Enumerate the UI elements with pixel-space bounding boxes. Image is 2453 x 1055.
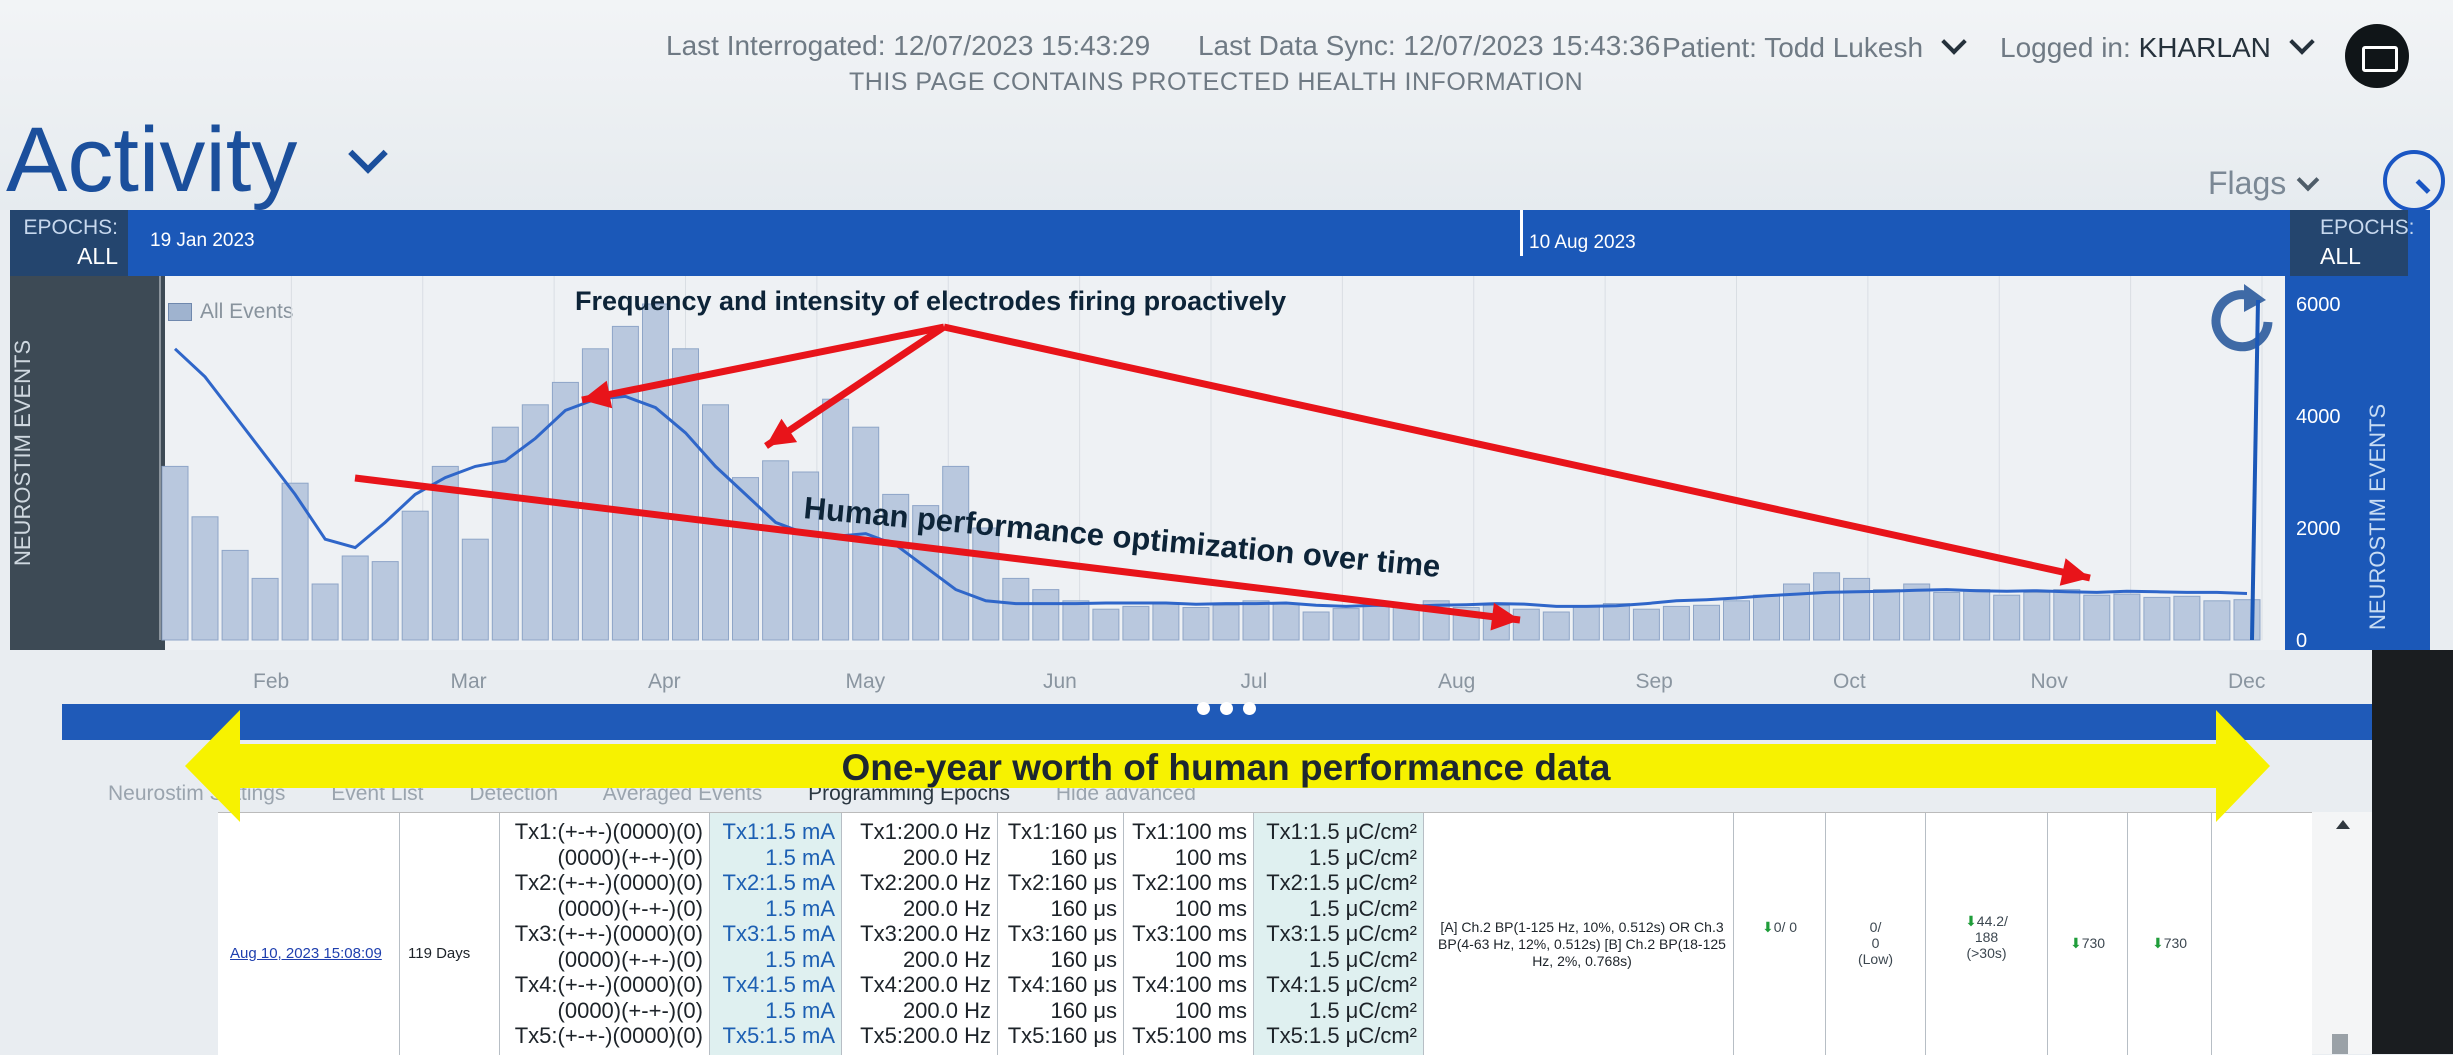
chart-bar [2083,594,2111,641]
chart-bar [1662,605,1690,641]
banner-caption: One-year worth of human performance data [842,747,1611,788]
chart-bar [1993,594,2021,641]
chart-bar [1152,603,1180,641]
chart-bar [2143,596,2171,641]
chart-bar [611,325,639,641]
chart-bar [642,303,669,641]
y-tick-label: 0 [2296,630,2307,652]
chart-bar [2233,599,2261,641]
chart-bar [341,555,369,641]
chart-bar [1062,600,1090,641]
chart-bar [1212,604,1240,641]
x-tick-label: Jul [1241,670,1268,693]
chart-bar [1122,605,1150,641]
y-tick-label: 4000 [2296,406,2341,428]
x-tick-label: Feb [253,670,289,693]
x-tick-label: May [846,670,886,693]
chart-bar [1002,577,1030,641]
chart-bar [762,460,790,641]
chart-bar [461,538,489,641]
chart-bar [672,348,699,641]
x-tick-label: Dec [2228,670,2265,693]
chart-bar [1302,611,1330,641]
chart-bar [1332,608,1360,641]
x-tick-label: Apr [648,670,681,693]
refresh-icon-arrowhead [2244,284,2266,312]
chart-bar [1753,594,1780,641]
chart-bar [1843,577,1871,641]
annotation-arrow-head [2059,558,2090,586]
chart-bar [1032,589,1060,641]
chart-bar [1632,608,1660,641]
chart-bar [401,510,429,641]
chart-bar [2173,595,2201,641]
chart-bar [2113,593,2141,641]
chart-bar [2203,600,2231,641]
current-time-marker [2250,299,2260,641]
chart-bar [251,577,279,641]
chart-bar [1572,605,1600,641]
annotation-top-caption: Frequency and intensity of electrodes fi… [575,286,1286,316]
chart-bar [1092,608,1120,641]
chart-bar [1813,572,1841,641]
chart-bar [1602,603,1630,641]
chart-bar [311,583,339,641]
chart-bar [1542,611,1570,641]
chart-bar [1873,589,1901,641]
x-tick-label: Oct [1833,670,1866,693]
x-tick-label: Jun [1043,670,1077,693]
chart-bar [1182,607,1210,641]
x-tick-label: Mar [451,670,487,693]
chart-bar [1512,608,1540,641]
chart-bar [1933,591,1961,641]
x-tick-label: Aug [1438,670,1475,693]
chart-bar [161,465,189,641]
chart-bar [191,516,219,641]
chart-bar [221,549,249,641]
x-tick-label: Sep [1636,670,1673,693]
chart-bar [371,561,399,641]
y-tick-label: 2000 [2296,518,2341,540]
chart-bar [1723,600,1750,641]
chart-bar [551,381,579,641]
y-axis-label-right: NEUROSTIM EVENTS [2365,404,2390,630]
chart-bar [2023,591,2051,641]
chart-bar [1963,589,1991,641]
chart-bar [1392,605,1420,641]
chart-bar [1362,603,1390,641]
chart-bar [972,527,1000,641]
y-tick-label: 6000 [2296,294,2341,316]
chart-bar [1903,583,1931,641]
x-tick-label: Nov [2031,670,2069,693]
chart-bar [1242,600,1270,641]
chart-bar [1272,603,1300,641]
chart-overlay: 0 2000 4000 6000 NEUROSTIM EVENTS Feb Mar Apr Ma… [159,276,2390,822]
chart-bar [1693,604,1720,641]
chart-bar [2053,589,2081,641]
